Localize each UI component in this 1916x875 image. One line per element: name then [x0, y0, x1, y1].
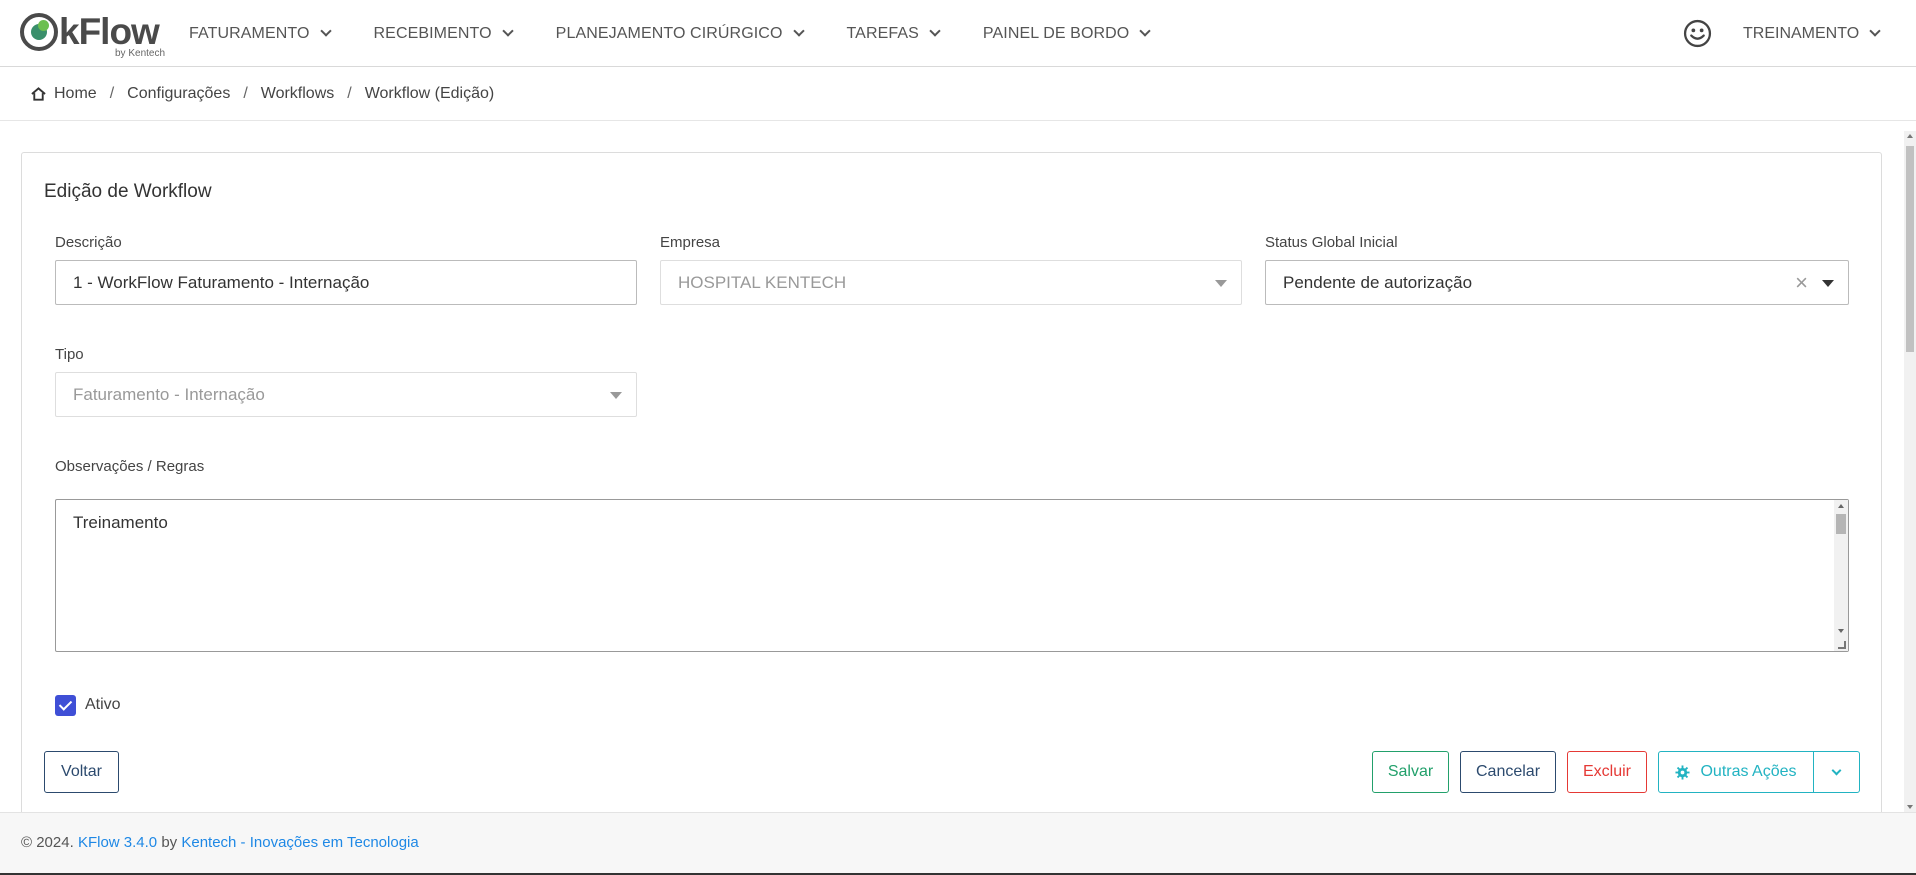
caret-down-icon	[610, 392, 622, 399]
status-global-select[interactable]: Pendente de autorização ×	[1265, 260, 1849, 305]
breadcrumb-workflows[interactable]: Workflows	[261, 85, 335, 103]
observacoes-label: Observações / Regras	[55, 458, 205, 475]
empresa-select[interactable]: HOSPITAL KENTECH	[660, 260, 1242, 305]
chevron-down-icon	[929, 25, 941, 37]
smiley-face-icon[interactable]	[1683, 19, 1712, 48]
version-link[interactable]: KFlow 3.4.0	[78, 834, 157, 851]
logo-subtitle: by Kentech	[115, 48, 166, 59]
kflow-logo[interactable]: kFlow by Kentech	[19, 10, 169, 62]
nav-label: PLANEJAMENTO CIRÚRGICO	[555, 24, 783, 42]
outras-acoes-button[interactable]: Outras Ações	[1658, 751, 1814, 793]
chevron-down-icon	[502, 25, 514, 37]
textarea-scrollbar[interactable]	[1834, 500, 1848, 651]
tipo-value: Faturamento - Internação	[73, 384, 265, 404]
status-value: Pendente de autorização	[1283, 272, 1473, 292]
chevron-down-icon	[1831, 765, 1842, 775]
caret-down-icon	[1822, 280, 1834, 287]
chevron-down-icon	[1869, 25, 1881, 37]
clear-icon[interactable]: ×	[1795, 272, 1808, 294]
main-nav: FATURAMENTO RECEBIMENTO PLANEJAMENTO CIR…	[189, 0, 1193, 67]
status-label: Status Global Inicial	[1265, 234, 1398, 251]
top-navbar: kFlow by Kentech FATURAMENTO RECEBIMENTO…	[0, 0, 1916, 67]
descricao-input[interactable]: 1 - WorkFlow Faturamento - Internação	[55, 260, 637, 305]
nav-planejamento-cirurgico[interactable]: PLANEJAMENTO CIRÚRGICO	[555, 24, 805, 43]
footer: © 2024. KFlow 3.4.0 by Kentech - Inovaçõ…	[0, 812, 1916, 873]
breadcrumb-separator: /	[243, 84, 248, 102]
home-icon[interactable]	[31, 86, 46, 101]
breadcrumb-separator: /	[347, 84, 352, 102]
page-scrollbar[interactable]	[1904, 131, 1916, 812]
ativo-label: Ativo	[85, 696, 121, 713]
tipo-label: Tipo	[55, 346, 84, 363]
scroll-down-icon	[1907, 805, 1913, 809]
scroll-up-icon	[1838, 504, 1844, 508]
by-text: by	[161, 834, 178, 851]
cancelar-button[interactable]: Cancelar	[1460, 751, 1556, 793]
voltar-button[interactable]: Voltar	[44, 751, 119, 793]
chevron-down-icon	[1139, 25, 1152, 37]
observacoes-textarea[interactable]: Treinamento	[55, 499, 1849, 652]
tipo-select[interactable]: Faturamento - Internação	[55, 372, 637, 417]
nav-label: PAINEL DE BORDO	[982, 24, 1130, 42]
caret-down-icon	[1215, 280, 1227, 287]
nav-label: RECEBIMENTO	[373, 24, 492, 42]
breadcrumb-bar: Home / Configurações / Workflows / Workf…	[0, 67, 1916, 121]
observacoes-value: Treinamento	[73, 513, 168, 532]
nav-tarefas[interactable]: TAREFAS	[846, 24, 941, 43]
card-title: Edição de Workflow	[44, 181, 212, 202]
nav-label: FATURAMENTO	[189, 24, 310, 42]
chevron-down-icon	[792, 25, 805, 37]
main-content: Edição de Workflow Descrição 1 - WorkFlo…	[0, 121, 1904, 852]
descricao-label: Descrição	[55, 234, 122, 251]
workflow-edit-card: Edição de Workflow Descrição 1 - WorkFlo…	[21, 152, 1882, 852]
scroll-thumb[interactable]	[1836, 514, 1846, 534]
user-menu[interactable]: TREINAMENTO	[1743, 0, 1881, 67]
breadcrumb-current: Workflow (Edição)	[364, 84, 495, 102]
empresa-value: HOSPITAL KENTECH	[678, 272, 847, 292]
outras-acoes-label: Outras Ações	[1700, 763, 1797, 780]
nav-label: TAREFAS	[846, 24, 919, 42]
nav-faturamento[interactable]: FATURAMENTO	[189, 24, 332, 43]
logo-mark-icon	[20, 13, 58, 51]
scroll-up-icon	[1907, 134, 1913, 138]
outras-acoes-dropdown-toggle[interactable]	[1813, 751, 1860, 793]
excluir-button[interactable]: Excluir	[1567, 751, 1647, 793]
salvar-button[interactable]: Salvar	[1372, 751, 1449, 793]
copyright-text: © 2024.	[21, 834, 74, 851]
descricao-value: 1 - WorkFlow Faturamento - Internação	[73, 272, 370, 292]
page-scroll-thumb[interactable]	[1906, 146, 1914, 352]
gear-icon	[1675, 764, 1690, 780]
nav-recebimento[interactable]: RECEBIMENTO	[373, 24, 514, 43]
ativo-checkbox[interactable]	[55, 695, 76, 716]
empresa-label: Empresa	[660, 234, 721, 251]
resize-handle-icon[interactable]	[1838, 641, 1846, 649]
breadcrumb-home[interactable]: Home	[54, 85, 97, 103]
breadcrumb-configuracoes[interactable]: Configurações	[127, 85, 230, 103]
footer-text: © 2024. KFlow 3.4.0 by Kentech - Inovaçõ…	[21, 834, 419, 851]
chevron-down-icon	[319, 25, 332, 37]
breadcrumb: Home / Configurações / Workflows / Workf…	[31, 67, 494, 120]
breadcrumb-separator: /	[109, 84, 115, 102]
user-name: TREINAMENTO	[1743, 24, 1860, 42]
nav-painel-de-bordo[interactable]: PAINEL DE BORDO	[982, 24, 1152, 43]
scroll-down-icon	[1838, 629, 1844, 633]
company-link[interactable]: Kentech - Inovações em Tecnologia	[181, 834, 418, 851]
